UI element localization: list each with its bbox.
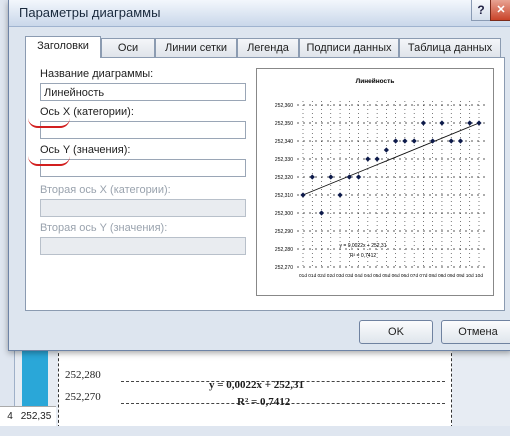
- data-point: [393, 138, 399, 144]
- y-tick-label: 252,270: [275, 265, 293, 271]
- data-point: [448, 138, 454, 144]
- x-axis-input[interactable]: [40, 121, 246, 139]
- x-tick-label: 01d: [308, 273, 316, 279]
- y-tick-label: 252,350: [275, 121, 293, 127]
- tab-data-labels[interactable]: Подписи данных: [299, 38, 399, 57]
- chart-title-input[interactable]: Линейность: [40, 83, 246, 101]
- chart-options-dialog[interactable]: Параметры диаграммы ? ✕ Заголовки Оси Ли…: [8, 0, 510, 351]
- tab-titles[interactable]: Заголовки: [25, 36, 101, 58]
- ok-button[interactable]: OK: [359, 320, 433, 344]
- y-tick-label: 252,300: [275, 211, 293, 217]
- x-tick-label: 08d: [429, 273, 437, 279]
- data-point: [309, 174, 315, 180]
- tab-data-table[interactable]: Таблица данных: [399, 38, 501, 57]
- data-point: [300, 192, 306, 198]
- data-point: [402, 138, 408, 144]
- x-tick-label: 06d: [392, 273, 400, 279]
- chart-preview: Линейность 252,360 252,350 252,340 252,330 25…: [256, 68, 494, 296]
- y-tick-label: 252,330: [275, 157, 293, 163]
- trendline: [302, 122, 480, 196]
- chart-title-label: Название диаграммы:: [40, 68, 154, 80]
- data-point: [374, 156, 380, 162]
- y-tick-label: 252,290: [275, 229, 293, 235]
- x-tick-label: 06d: [401, 273, 409, 279]
- x-tick-label: 02d: [327, 273, 335, 279]
- data-point: [383, 147, 389, 153]
- data-point: [355, 174, 362, 180]
- x-tick-label: 05d: [382, 273, 390, 279]
- y-tick-label: 252,340: [275, 139, 293, 145]
- x-tick-label: 03d: [345, 273, 353, 279]
- spreadsheet-cell[interactable]: 252,35: [16, 406, 56, 427]
- help-button[interactable]: ?: [471, 0, 491, 21]
- secondary-y-axis-input: [40, 237, 246, 255]
- secondary-y-axis-label: Вторая ось Y (значения):: [40, 222, 168, 234]
- secondary-x-axis-input: [40, 199, 246, 217]
- x-tick-label: 10d: [466, 273, 474, 279]
- x-tick-label: 03d: [336, 273, 344, 279]
- r-squared-label: R² = 0,7412: [350, 253, 376, 259]
- data-point: [318, 210, 325, 216]
- x-tick-label: 05d: [373, 273, 381, 279]
- cancel-button[interactable]: Отмена: [441, 320, 510, 344]
- chart-title: Линейность: [356, 77, 395, 85]
- y-tick-label: 252,280: [275, 247, 293, 253]
- y-tick-label: 252,360: [275, 103, 293, 109]
- x-tick-label: 04d: [355, 273, 363, 279]
- data-point: [476, 120, 482, 126]
- data-point: [328, 174, 334, 180]
- x-tick-label: 09d: [447, 273, 455, 279]
- x-tick-label: 08d: [438, 273, 446, 279]
- x-tick-label: 07d: [419, 273, 427, 279]
- spreadsheet-highlight-cell: [22, 345, 48, 407]
- close-button[interactable]: ✕: [490, 0, 510, 21]
- annotation-underline: [28, 118, 70, 128]
- spreadsheet-bottom-edge: [0, 426, 510, 436]
- titles-panel: Название диаграммы: Линейность Ось X (ка…: [25, 57, 505, 311]
- tab-gridlines[interactable]: Линии сетки: [155, 38, 237, 57]
- y-tick-label: 252,310: [275, 193, 293, 199]
- data-point: [365, 156, 371, 162]
- data-point: [467, 120, 473, 126]
- dialog-title: Параметры диаграммы: [19, 5, 161, 20]
- tab-axes[interactable]: Оси: [101, 38, 155, 57]
- chart-preview-svg: Линейность 252,360 252,350 252,340 252,330 25…: [275, 77, 485, 279]
- data-point: [411, 138, 417, 144]
- y-axis-input[interactable]: [40, 159, 246, 177]
- data-point: [337, 192, 343, 198]
- x-tick-label: 04d: [364, 273, 372, 279]
- background-chart-equation: y = 0,0022x + 252,31: [209, 379, 305, 391]
- x-tick-label: 09d: [456, 273, 464, 279]
- tab-legend[interactable]: Легенда: [237, 38, 299, 57]
- x-tick-label: 07d: [410, 273, 418, 279]
- annotation-underline: [28, 156, 70, 166]
- data-point: [457, 138, 464, 144]
- background-chart-r-squared: R² = 0,7412: [237, 396, 291, 408]
- y-tick-label: 252,320: [275, 175, 293, 181]
- trendline-equation: y = 0,0022x + 252,31: [340, 243, 387, 249]
- data-point: [439, 120, 445, 126]
- y-axis-label: Ось Y (значения):: [40, 144, 131, 156]
- dialog-titlebar[interactable]: Параметры диаграммы ? ✕: [9, 0, 510, 27]
- x-tick-label: 01d: [299, 273, 307, 279]
- background-chart[interactable]: 252,280 252,270 y = 0,0022x + 252,31 R² …: [58, 348, 452, 428]
- x-tick-label: 02d: [318, 273, 326, 279]
- x-tick-label: 10d: [475, 273, 483, 279]
- x-axis-label: Ось X (категории):: [40, 106, 134, 118]
- secondary-x-axis-label: Вторая ось X (категории):: [40, 184, 171, 196]
- data-point: [420, 120, 427, 126]
